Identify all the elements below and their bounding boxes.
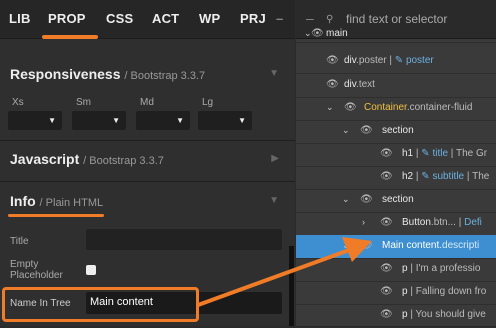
annotation-arrow — [197, 237, 372, 307]
arrow-line — [197, 247, 353, 307]
